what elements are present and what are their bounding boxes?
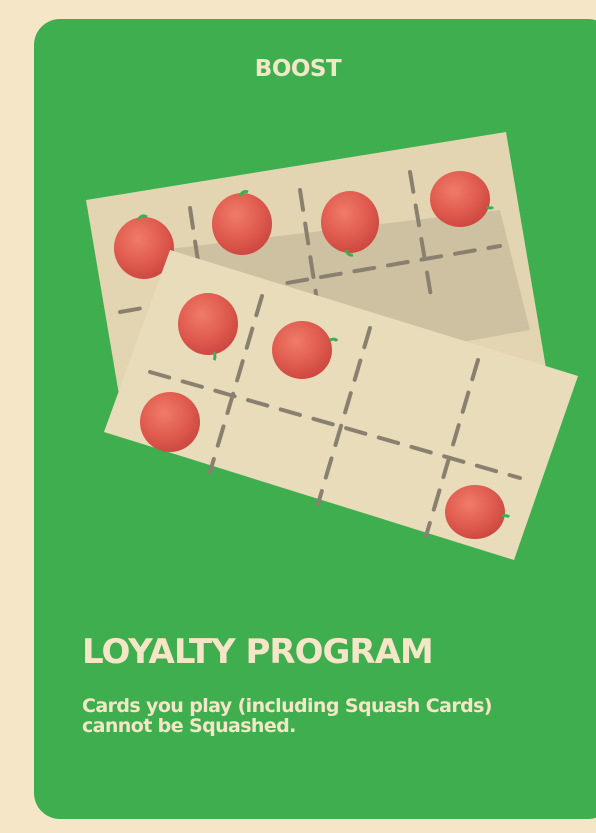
card-title: LOYALTY PROGRAM [82, 632, 434, 672]
card-description: Cards you play (including Squash Cards) … [82, 695, 492, 737]
